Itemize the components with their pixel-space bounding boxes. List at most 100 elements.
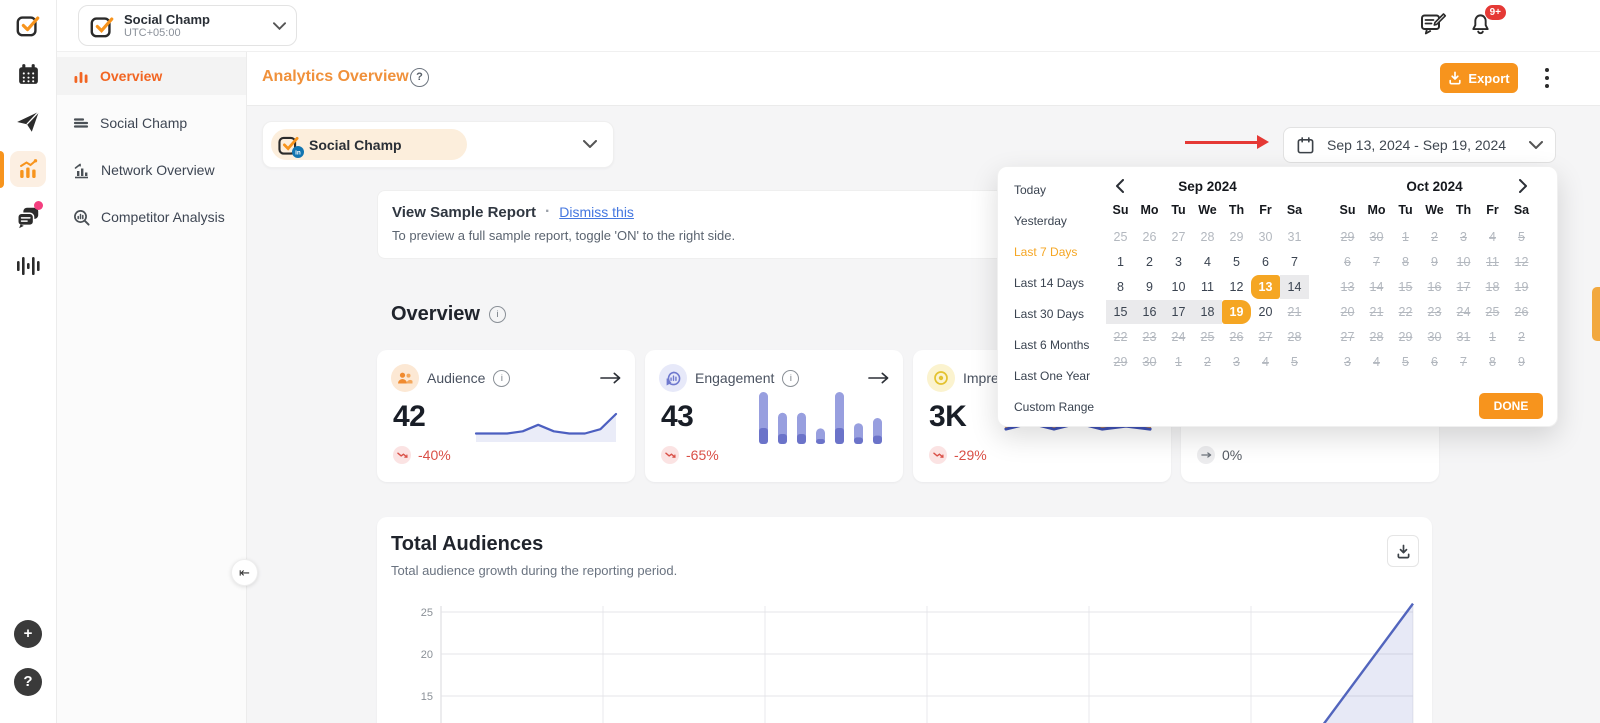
calendar-preset-last-14-days[interactable]: Last 14 Days <box>1014 273 1110 293</box>
arrow-right-icon[interactable] <box>868 372 889 384</box>
sidebar-collapse-button[interactable]: ⇤ <box>231 559 258 586</box>
calendar-day[interactable]: 5 <box>1391 350 1420 374</box>
calendar-day[interactable]: 30 <box>1362 225 1391 249</box>
calendar-day[interactable]: 2 <box>1507 325 1536 349</box>
calendar-day[interactable]: 3 <box>1449 225 1478 249</box>
calendar-day[interactable]: 30 <box>1251 225 1280 249</box>
calendar-day[interactable]: 4 <box>1478 225 1507 249</box>
calendar-day[interactable]: 31 <box>1280 225 1309 249</box>
calendar-day[interactable]: 12 <box>1222 275 1251 299</box>
calendar-day[interactable]: 26 <box>1135 225 1164 249</box>
calendar-day[interactable]: 15 <box>1391 275 1420 299</box>
calendar-day[interactable]: 30 <box>1420 325 1449 349</box>
calendar-day[interactable]: 30 <box>1135 350 1164 374</box>
calendar-day[interactable]: 3 <box>1164 250 1193 274</box>
export-button[interactable]: Export <box>1440 63 1518 93</box>
sidebar-item-network-overview[interactable]: Network Overview <box>56 151 246 189</box>
calendar-day[interactable]: 25 <box>1106 225 1135 249</box>
calendar-day[interactable]: 29 <box>1333 225 1362 249</box>
calendar-day[interactable]: 13 <box>1333 275 1362 299</box>
calendar-day[interactable]: 17 <box>1449 275 1478 299</box>
calendar-day[interactable]: 12 <box>1507 250 1536 274</box>
account-selector[interactable]: in Social Champ <box>262 121 614 168</box>
calendar-day[interactable]: 6 <box>1251 250 1280 274</box>
calendar-day[interactable]: 21 <box>1362 300 1391 324</box>
add-button[interactable]: + <box>14 620 42 648</box>
calendar-day[interactable]: 7 <box>1280 250 1309 274</box>
calendar-day[interactable]: 31 <box>1449 325 1478 349</box>
info-icon[interactable]: i <box>488 306 506 323</box>
calendar-day[interactable]: 14 <box>1362 275 1391 299</box>
calendar-day[interactable]: 4 <box>1193 250 1222 274</box>
date-range-picker[interactable]: Sep 13, 2024 - Sep 19, 2024 <box>1283 127 1556 163</box>
calendar-day[interactable]: 5 <box>1222 250 1251 274</box>
calendar-day[interactable]: 22 <box>1106 325 1135 349</box>
calendar-day[interactable]: 10 <box>1449 250 1478 274</box>
calendar-preset-last-30-days[interactable]: Last 30 Days <box>1014 304 1110 324</box>
calendar-day[interactable]: 9 <box>1507 350 1536 374</box>
calendar-day[interactable]: 6 <box>1420 350 1449 374</box>
calendar-preset-last-6-months[interactable]: Last 6 Months <box>1014 335 1110 355</box>
calendar-day[interactable]: 29 <box>1391 325 1420 349</box>
calendar-day[interactable]: 8 <box>1478 350 1507 374</box>
calendar-day[interactable]: 16 <box>1135 300 1164 324</box>
info-icon[interactable]: i <box>782 369 800 387</box>
sidebar-item-social-champ[interactable]: Social Champ <box>56 104 246 142</box>
calendar-day[interactable]: 25 <box>1478 300 1507 324</box>
workspace-selector[interactable]: Social Champ UTC+05:00 <box>78 5 297 46</box>
analytics-nav-icon[interactable] <box>10 151 46 187</box>
calendar-day[interactable]: 6 <box>1333 250 1362 274</box>
calendar-day[interactable]: 24 <box>1449 300 1478 324</box>
calendar-day[interactable]: 14 <box>1280 275 1309 299</box>
calendar-day[interactable]: 2 <box>1193 350 1222 374</box>
listening-nav-icon[interactable] <box>15 253 41 279</box>
calendar-day[interactable]: 26 <box>1507 300 1536 324</box>
arrow-right-icon[interactable] <box>600 372 621 384</box>
calendar-day[interactable]: 20 <box>1251 300 1280 324</box>
calendar-day[interactable]: 24 <box>1164 325 1193 349</box>
calendar-day[interactable]: 20 <box>1333 300 1362 324</box>
calendar-day[interactable]: 3 <box>1222 350 1251 374</box>
calendar-day[interactable]: 8 <box>1391 250 1420 274</box>
feedback-compose-icon[interactable] <box>1419 11 1447 37</box>
kebab-menu-icon[interactable] <box>1540 65 1554 91</box>
calendar-day[interactable]: 26 <box>1222 325 1251 349</box>
sidebar-item-competitor-analysis[interactable]: Competitor Analysis <box>56 198 246 236</box>
calendar-preset-last-one-year[interactable]: Last One Year <box>1014 366 1110 386</box>
calendar-day[interactable]: 25 <box>1193 325 1222 349</box>
calendar-day[interactable]: 27 <box>1164 225 1193 249</box>
inbox-nav-icon[interactable] <box>15 201 43 230</box>
calendar-day[interactable]: 5 <box>1280 350 1309 374</box>
download-chart-button[interactable] <box>1387 535 1419 567</box>
calendar-day[interactable]: 10 <box>1164 275 1193 299</box>
calendar-day[interactable]: 3 <box>1333 350 1362 374</box>
calendar-preset-yesterday[interactable]: Yesterday <box>1014 211 1110 231</box>
calendar-day[interactable]: 1 <box>1164 350 1193 374</box>
calendar-day[interactable]: 7 <box>1362 250 1391 274</box>
calendar-day[interactable]: 13 <box>1251 275 1280 299</box>
calendar-preset-last-7-days[interactable]: Last 7 Days <box>1014 242 1110 262</box>
calendar-day[interactable]: 15 <box>1106 300 1135 324</box>
calendar-day[interactable]: 4 <box>1362 350 1391 374</box>
calendar-day[interactable]: 29 <box>1222 225 1251 249</box>
calendar-day[interactable]: 23 <box>1420 300 1449 324</box>
socialchamp-logo-icon[interactable] <box>15 12 41 38</box>
calendar-day[interactable]: 17 <box>1164 300 1193 324</box>
calendar-nav-icon[interactable] <box>15 61 41 87</box>
calendar-day[interactable]: 9 <box>1420 250 1449 274</box>
notifications-bell-icon[interactable]: 9+ <box>1466 5 1506 37</box>
done-button[interactable]: DONE <box>1479 393 1543 419</box>
calendar-day[interactable]: 19 <box>1222 300 1251 324</box>
calendar-day[interactable]: 22 <box>1391 300 1420 324</box>
calendar-day[interactable]: 4 <box>1251 350 1280 374</box>
calendar-day[interactable]: 19 <box>1507 275 1536 299</box>
help-button[interactable]: ? <box>14 668 42 696</box>
calendar-preset-custom-range[interactable]: Custom Range <box>1014 397 1110 417</box>
calendar-day[interactable]: 28 <box>1280 325 1309 349</box>
calendar-day[interactable]: 1 <box>1106 250 1135 274</box>
calendar-day[interactable]: 5 <box>1507 225 1536 249</box>
calendar-day[interactable]: 8 <box>1106 275 1135 299</box>
calendar-day[interactable]: 11 <box>1478 250 1507 274</box>
calendar-day[interactable]: 18 <box>1478 275 1507 299</box>
calendar-day[interactable]: 16 <box>1420 275 1449 299</box>
